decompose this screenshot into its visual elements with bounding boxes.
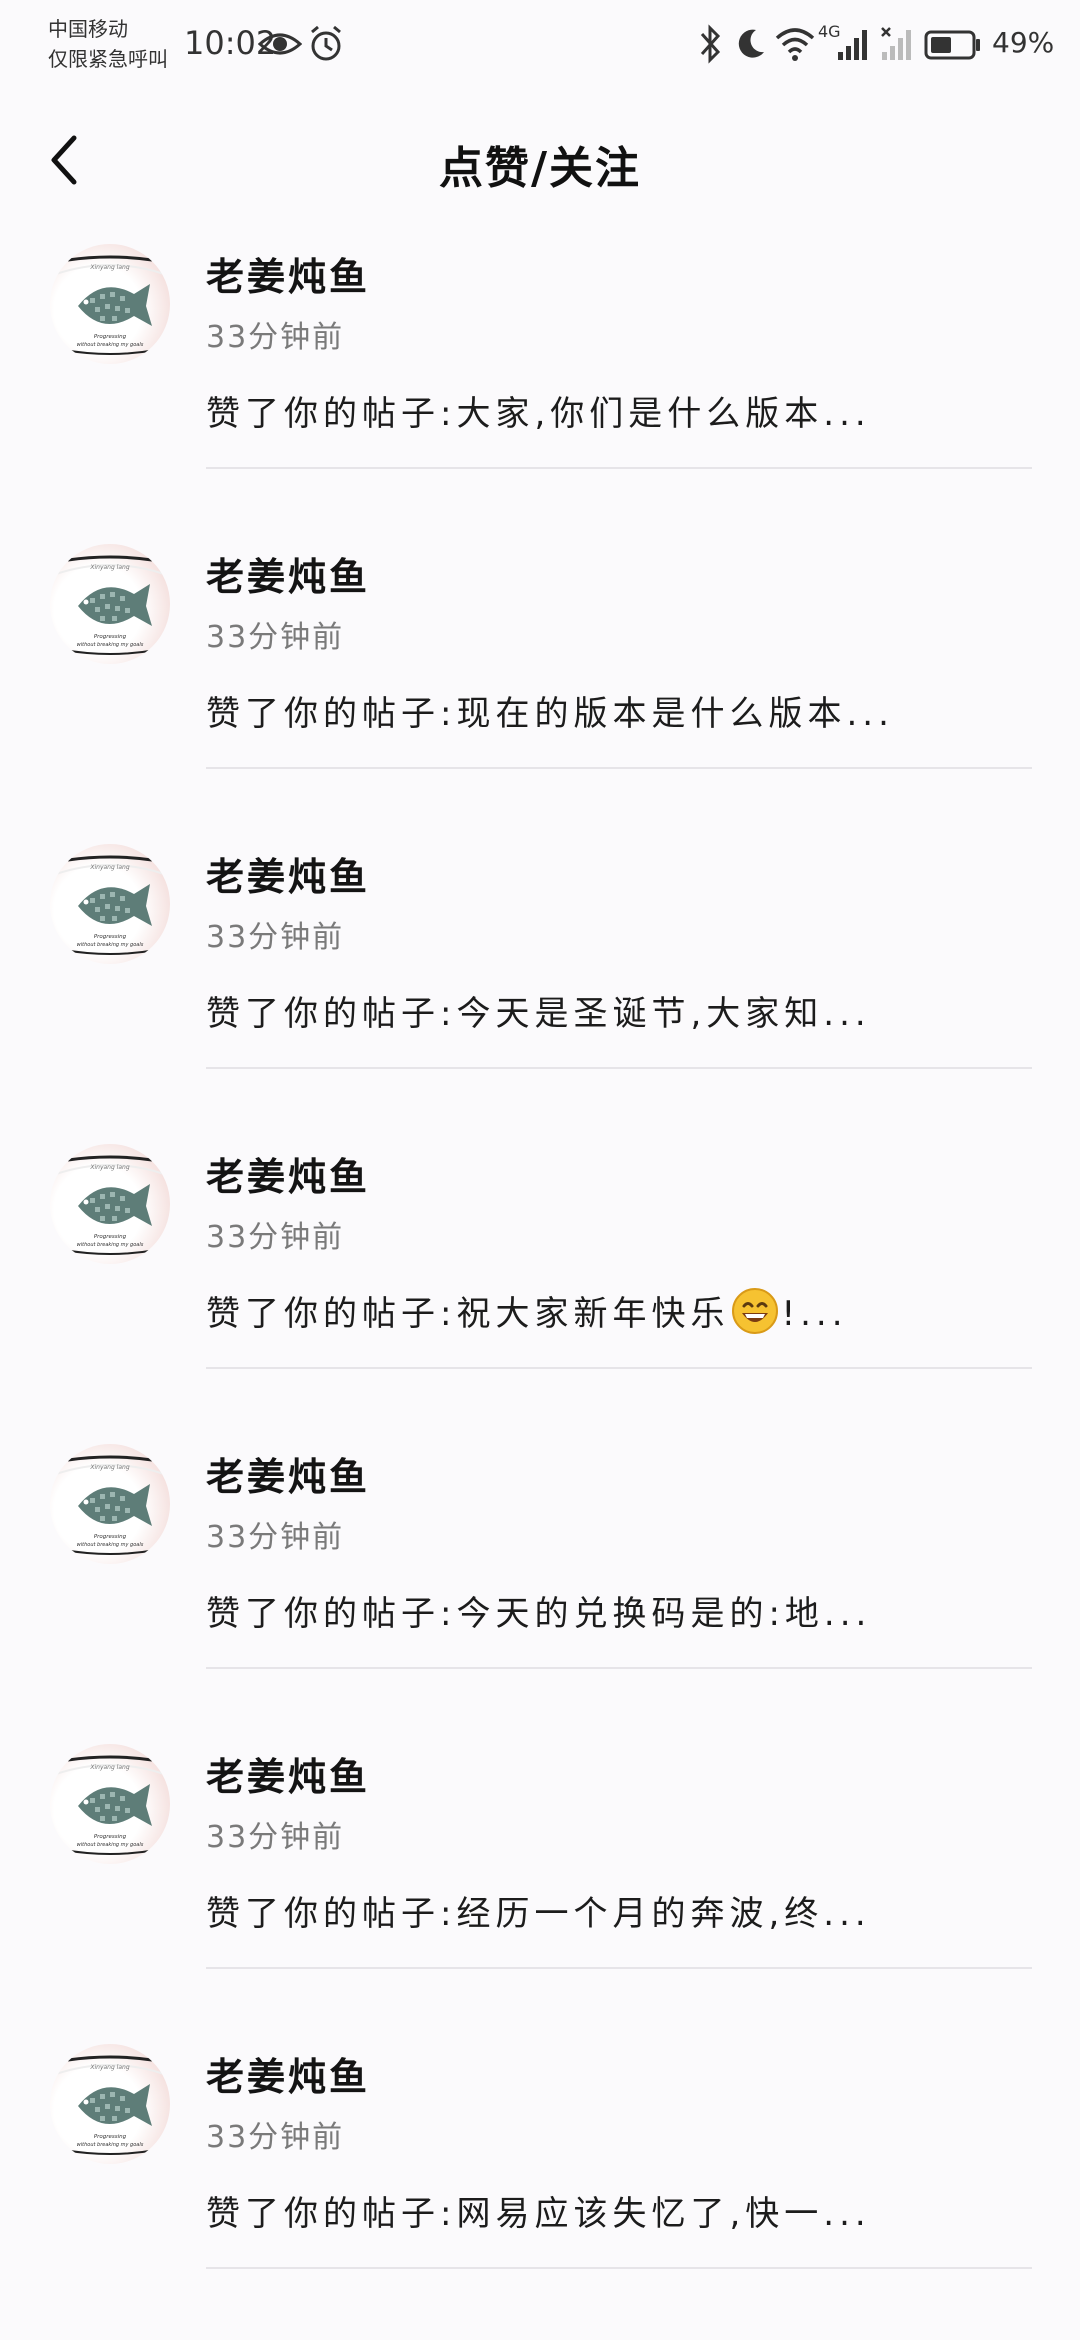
avatar-logo-text: Xinyang lang bbox=[89, 564, 129, 571]
avatar-logo-text: without breaking my goals bbox=[77, 642, 144, 648]
fish-logo-icon: Xinyang lang Progressing without breakin… bbox=[55, 255, 165, 355]
notification-text-part: !... bbox=[781, 1294, 848, 1334]
wifi-icon bbox=[775, 28, 815, 61]
divider bbox=[206, 1667, 1032, 1669]
avatar[interactable]: Xinyang lang Progressing without breakin… bbox=[50, 1444, 170, 1564]
avatar-logo-text: Xinyang lang bbox=[89, 264, 129, 271]
fish-logo-icon: Xinyang lang Progressing without breakin… bbox=[55, 1755, 165, 1855]
no-signal-icon bbox=[881, 27, 911, 60]
avatar-logo-text: without breaking my goals bbox=[77, 1842, 144, 1848]
timestamp: 33分钟前 bbox=[206, 320, 345, 355]
avatar-logo-text: Xinyang lang bbox=[89, 1764, 129, 1771]
avatar[interactable]: Xinyang lang Progressing without breakin… bbox=[50, 1144, 170, 1264]
notification-text: 赞了你的帖子:祝大家新年快乐!... bbox=[206, 1286, 1036, 1335]
avatar-logo-text: Progressing bbox=[94, 2134, 127, 2140]
avatar-logo-text: Progressing bbox=[94, 1534, 127, 1540]
alarm-icon bbox=[311, 25, 341, 61]
username[interactable]: 老姜炖鱼 bbox=[206, 246, 370, 301]
username[interactable]: 老姜炖鱼 bbox=[206, 1446, 370, 1501]
list-item[interactable]: Xinyang lang Progressing without breakin… bbox=[0, 840, 1080, 1140]
carrier-info: 中国移动 仅限紧急呼叫 bbox=[48, 14, 168, 74]
fish-logo-icon: Xinyang lang Progressing without breakin… bbox=[55, 2055, 165, 2155]
fish-logo-icon: Xinyang lang Progressing without breakin… bbox=[55, 555, 165, 655]
avatar-logo-text: without breaking my goals bbox=[77, 1242, 144, 1248]
eye-icon bbox=[258, 33, 302, 55]
fish-logo-icon: Xinyang lang Progressing without breakin… bbox=[55, 1455, 165, 1555]
notification-text: 赞了你的帖子:现在的版本是什么版本... bbox=[206, 694, 894, 734]
divider bbox=[206, 1967, 1032, 1969]
avatar-logo-text: Progressing bbox=[94, 634, 127, 640]
avatar-logo-text: Progressing bbox=[94, 934, 127, 940]
fish-logo-icon: Xinyang lang Progressing without breakin… bbox=[55, 855, 165, 955]
notification-text: 赞了你的帖子:大家,你们是什么版本... bbox=[206, 394, 871, 434]
header-bar: 点赞/关注 bbox=[0, 110, 1080, 210]
avatar[interactable]: Xinyang lang Progressing without breakin… bbox=[50, 2044, 170, 2164]
username[interactable]: 老姜炖鱼 bbox=[206, 846, 370, 901]
bluetooth-icon bbox=[700, 24, 721, 64]
avatar-logo-text: Xinyang lang bbox=[89, 864, 129, 871]
avatar-logo-text: Xinyang lang bbox=[89, 1464, 129, 1471]
status-bar: 中国移动 仅限紧急呼叫 10:02 4G 49% bbox=[0, 0, 1080, 90]
notification-text: 赞了你的帖子:今天的兑换码是的:地... bbox=[206, 1594, 872, 1634]
list-item[interactable]: Xinyang lang Progressing without breakin… bbox=[0, 1440, 1080, 1740]
timestamp: 33分钟前 bbox=[206, 1520, 345, 1555]
notification-text: 赞了你的帖子:今天是圣诞节,大家知... bbox=[206, 994, 871, 1034]
page-title: 点赞/关注 bbox=[438, 143, 642, 194]
username[interactable]: 老姜炖鱼 bbox=[206, 1146, 370, 1201]
notification-text-part: 赞了你的帖子:祝大家新年快乐 bbox=[206, 1294, 730, 1334]
list-item[interactable]: Xinyang lang Progressing without breakin… bbox=[0, 2040, 1080, 2340]
timestamp: 33分钟前 bbox=[206, 2120, 345, 2155]
battery-percentage: 49% bbox=[992, 26, 1055, 59]
timestamp: 33分钟前 bbox=[206, 920, 345, 955]
battery-icon bbox=[924, 30, 980, 60]
notification-list: Xinyang lang Progressing without breakin… bbox=[0, 240, 1080, 2340]
divider bbox=[206, 767, 1032, 769]
list-item[interactable]: Xinyang lang Progressing without breakin… bbox=[0, 240, 1080, 540]
notification-text: 赞了你的帖子:网易应该失忆了,快一... bbox=[206, 2194, 871, 2234]
avatar-logo-text: Progressing bbox=[94, 1834, 127, 1840]
avatar[interactable]: Xinyang lang Progressing without breakin… bbox=[50, 244, 170, 364]
list-item[interactable]: Xinyang lang Progressing without breakin… bbox=[0, 540, 1080, 840]
carrier-name: 中国移动 bbox=[48, 17, 128, 41]
divider bbox=[206, 2267, 1032, 2269]
avatar-logo-text: Xinyang lang bbox=[89, 2064, 129, 2071]
timestamp: 33分钟前 bbox=[206, 1220, 345, 1255]
divider bbox=[206, 467, 1032, 469]
avatar[interactable]: Xinyang lang Progressing without breakin… bbox=[50, 1744, 170, 1864]
avatar-logo-text: without breaking my goals bbox=[77, 942, 144, 948]
avatar-logo-text: without breaking my goals bbox=[77, 2142, 144, 2148]
list-item[interactable]: Xinyang lang Progressing without breakin… bbox=[0, 1140, 1080, 1440]
emergency-only-label: 仅限紧急呼叫 bbox=[48, 47, 168, 71]
timestamp: 33分钟前 bbox=[206, 1820, 345, 1855]
avatar-logo-text: without breaking my goals bbox=[77, 1542, 144, 1548]
notification-text: 赞了你的帖子:经历一个月的奔波,终... bbox=[206, 1894, 871, 1934]
username[interactable]: 老姜炖鱼 bbox=[206, 2046, 370, 2101]
divider bbox=[206, 1067, 1032, 1069]
avatar-logo-text: without breaking my goals bbox=[77, 342, 144, 348]
avatar-logo-text: Progressing bbox=[94, 1234, 127, 1240]
list-item[interactable]: Xinyang lang Progressing without breakin… bbox=[0, 1740, 1080, 2040]
timestamp: 33分钟前 bbox=[206, 620, 345, 655]
avatar-logo-text: Xinyang lang bbox=[89, 1164, 129, 1171]
fish-logo-icon: Xinyang lang Progressing without breakin… bbox=[55, 1155, 165, 1255]
username[interactable]: 老姜炖鱼 bbox=[206, 1746, 370, 1801]
signal-strength-icon bbox=[838, 30, 867, 60]
moon-icon bbox=[738, 29, 764, 58]
avatar[interactable]: Xinyang lang Progressing without breakin… bbox=[50, 844, 170, 964]
grinning-face-icon bbox=[732, 1288, 779, 1334]
avatar[interactable]: Xinyang lang Progressing without breakin… bbox=[50, 544, 170, 664]
divider bbox=[206, 1367, 1032, 1369]
avatar-logo-text: Progressing bbox=[94, 334, 127, 340]
username[interactable]: 老姜炖鱼 bbox=[206, 546, 370, 601]
